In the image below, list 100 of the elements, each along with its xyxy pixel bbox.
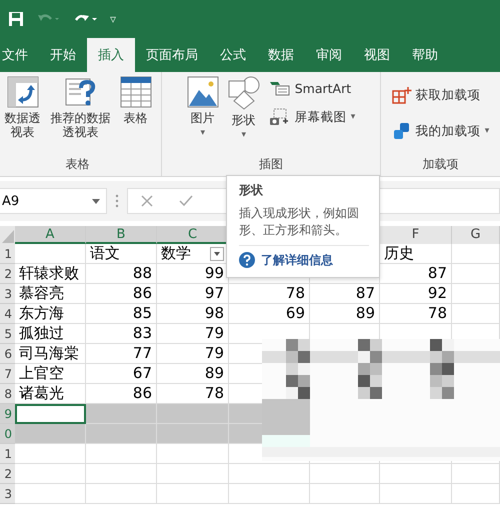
ribbon-tab[interactable]: 视图 xyxy=(353,38,401,72)
table-cell xyxy=(86,444,157,464)
table-cell xyxy=(86,404,157,424)
column-header[interactable]: B xyxy=(86,226,157,244)
table-cell xyxy=(380,484,452,504)
ribbon-button[interactable]: 获取加载项 xyxy=(390,84,492,106)
table-cell: 79 xyxy=(157,324,229,344)
ribbon-tab[interactable]: 审阅 xyxy=(305,38,353,72)
customize-toolbar-icon[interactable]: ▿ xyxy=(110,12,116,26)
group-label: 表格 xyxy=(66,156,90,173)
row-header[interactable]: 4 xyxy=(0,304,15,324)
table-cell xyxy=(452,284,500,304)
ribbon-button[interactable]: SmartArt xyxy=(266,78,358,98)
table-cell: 87 xyxy=(310,284,380,304)
ribbon-button[interactable]: 图片 ▾ xyxy=(184,76,221,138)
help-icon xyxy=(239,252,255,268)
name-box[interactable]: A9 xyxy=(0,188,107,214)
table-cell xyxy=(86,464,157,484)
table-cell xyxy=(310,484,380,504)
row-header[interactable]: 9 xyxy=(0,404,15,424)
table-cell: 东方海 xyxy=(15,304,86,324)
table-cell: 88 xyxy=(86,264,157,284)
pivot-table-icon xyxy=(6,76,38,108)
table-cell: 89 xyxy=(310,304,380,324)
row-header[interactable]: 7 xyxy=(0,364,15,384)
ribbon-tab[interactable]: 数据 xyxy=(257,38,305,72)
ribbon-button[interactable]: 屏幕截图 ▾ xyxy=(266,106,358,128)
drag-handle-icon xyxy=(115,194,119,208)
row-header[interactable]: 2 xyxy=(0,464,15,484)
shapes-icon xyxy=(226,76,261,110)
smartart-icon xyxy=(268,80,291,96)
column-header[interactable]: A xyxy=(15,226,86,244)
group-label: 插图 xyxy=(259,156,283,173)
table-cell: 83 xyxy=(86,324,157,344)
row-header[interactable]: 1 xyxy=(0,244,15,264)
caret-icon: ▾ xyxy=(241,130,246,140)
table-cell xyxy=(310,464,380,484)
table-cell: 语文 xyxy=(86,244,157,264)
camera-icon xyxy=(268,108,291,126)
table-cell xyxy=(157,484,229,504)
ribbon-tab[interactable]: 文件 xyxy=(0,38,39,72)
table-cell xyxy=(86,484,157,504)
caret-icon: ▾ xyxy=(350,112,356,122)
table-cell xyxy=(157,464,229,484)
table-cell: 78 xyxy=(380,304,452,324)
ribbon-tab[interactable]: 帮助 xyxy=(401,38,449,72)
table-cell: 慕容亮 xyxy=(15,284,86,304)
table-cell xyxy=(452,484,500,504)
row-header[interactable]: 3 xyxy=(0,284,15,304)
ribbon-button[interactable]: 我的加载项 ▾ xyxy=(390,120,492,142)
table-cell xyxy=(157,404,229,424)
group-label: 加载项 xyxy=(422,156,458,173)
row-header[interactable]: 2 xyxy=(0,264,15,284)
row-header[interactable]: 0 xyxy=(0,424,15,444)
row-header[interactable]: 3 xyxy=(0,484,15,504)
ribbon-button[interactable]: 推荐的数据透视表 xyxy=(48,76,114,140)
table-icon xyxy=(120,76,152,108)
table-cell: 98 xyxy=(157,304,229,324)
table-cell: 77 xyxy=(86,344,157,364)
column-header[interactable]: C xyxy=(157,226,229,244)
ribbon-tab[interactable]: 页面布局 xyxy=(135,38,209,72)
table-cell: 97 xyxy=(157,284,229,304)
table-cell xyxy=(86,424,157,444)
check-icon[interactable] xyxy=(178,194,194,208)
table-cell xyxy=(452,464,500,484)
table-cell: 79 xyxy=(157,344,229,364)
save-icon[interactable] xyxy=(8,11,24,27)
filter-button[interactable] xyxy=(210,246,224,260)
ribbon-tab[interactable]: 公式 xyxy=(209,38,257,72)
learn-more-link[interactable]: 了解详细信息 xyxy=(261,252,333,269)
table-cell xyxy=(157,424,229,444)
table-cell: 89 xyxy=(157,364,229,384)
cancel-icon[interactable] xyxy=(140,194,154,208)
table-cell: 85 xyxy=(86,304,157,324)
row-header[interactable]: 8 xyxy=(0,384,15,404)
row-header[interactable]: 5 xyxy=(0,324,15,344)
table-cell: 孤独过 xyxy=(15,324,86,344)
table-cell: 92 xyxy=(380,284,452,304)
ribbon-tab[interactable]: 插入 xyxy=(87,38,135,72)
caret-icon: ▾ xyxy=(484,126,490,136)
ribbon-tab[interactable]: 开始 xyxy=(39,38,87,72)
cubes-icon xyxy=(392,122,412,140)
table-cell: 上官空 xyxy=(15,364,86,384)
table-cell: 69 xyxy=(229,304,310,324)
row-header[interactable]: 1 xyxy=(0,444,15,464)
table-cell: 67 xyxy=(86,364,157,384)
tooltip-title: 形状 xyxy=(239,182,264,199)
question-table-icon xyxy=(64,76,96,108)
add-grid-icon xyxy=(392,86,412,104)
column-header[interactable]: G xyxy=(452,226,500,244)
table-cell xyxy=(157,444,229,464)
ribbon-button[interactable]: 形状 ▾ xyxy=(224,76,263,140)
tooltip-text: 插入现成形状，例如圆形、正方形和箭头。 xyxy=(239,205,369,246)
ribbon-button[interactable]: 表格 xyxy=(118,76,154,126)
row-header[interactable]: 6 xyxy=(0,344,15,364)
image-icon xyxy=(186,76,219,108)
table-cell: 轩辕求败 xyxy=(15,264,86,284)
table-cell: 86 xyxy=(86,284,157,304)
ribbon-button[interactable]: 数据透视表 xyxy=(2,76,44,140)
table-cell: 78 xyxy=(229,284,310,304)
